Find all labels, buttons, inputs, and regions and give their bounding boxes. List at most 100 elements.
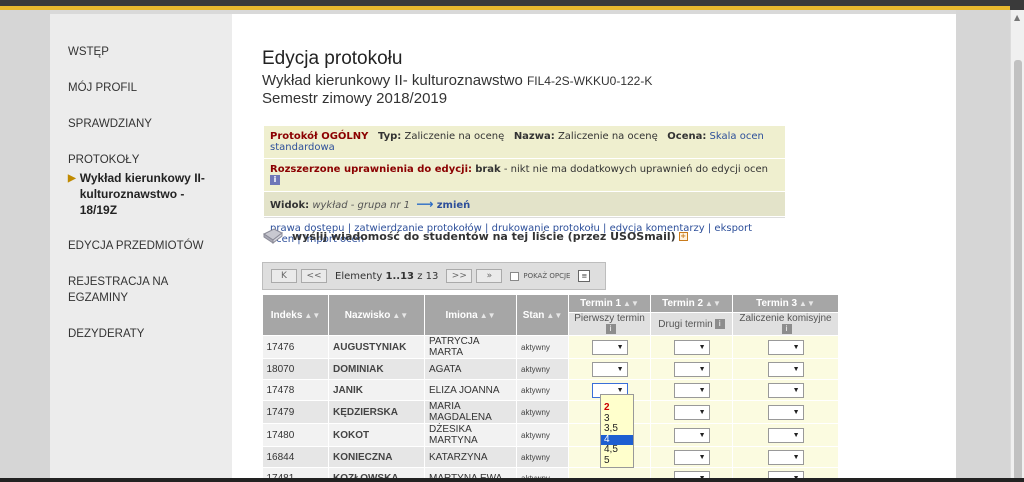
- caret-down-icon: ▼: [616, 386, 624, 394]
- dropdown-option[interactable]: 2: [601, 402, 633, 414]
- info-icon[interactable]: i: [781, 324, 792, 335]
- col-stan[interactable]: Stan ▲▼: [516, 294, 569, 336]
- col-label: Termin 1: [580, 298, 622, 309]
- col-indeks[interactable]: Indeks ▲▼: [262, 294, 329, 336]
- semester: Semestr zimowy 2018/2019: [262, 90, 448, 107]
- grade-select[interactable]: ▼: [673, 404, 710, 420]
- col-termin2-sub: Drugi termin i: [650, 312, 733, 336]
- grade-select[interactable]: ▼: [767, 361, 804, 377]
- cell-nazwisko: DOMINIAK: [328, 358, 425, 380]
- show-options-checkbox[interactable]: [510, 271, 520, 281]
- caret-down-icon: ▼: [698, 365, 706, 373]
- dropdown-option[interactable]: 3,5: [601, 423, 633, 435]
- info-icon[interactable]: i: [605, 324, 616, 335]
- title-block: Edycja protokołu Wykład kierunkowy II- k…: [262, 48, 652, 107]
- prev-page-button[interactable]: <<: [301, 269, 327, 283]
- table-row: 18070 DOMINIAK AGATA aktywny ▼ ▼ ▼: [262, 358, 839, 380]
- dropdown-option[interactable]: 4,5: [601, 444, 633, 456]
- page-margin-right: [956, 10, 1010, 482]
- cell-stan: aktywny: [516, 423, 569, 447]
- count-prefix: Elementy: [335, 270, 383, 282]
- grade-select[interactable]: ▼: [673, 427, 710, 443]
- grade-select[interactable]: ▼: [767, 382, 804, 398]
- count-range: 1..13: [385, 270, 414, 282]
- cell-termin1: ▼: [568, 358, 651, 380]
- type-value: Zaliczenie na ocenę: [404, 131, 505, 142]
- caret-down-icon: ▼: [616, 365, 624, 373]
- sidebar-item-label: DEZYDERATY: [68, 328, 145, 340]
- sidebar-item-label: REJESTRACJA NA EGZAMINY: [68, 276, 168, 304]
- document-icon[interactable]: ≡: [578, 270, 591, 282]
- send-mail-link[interactable]: wyślij wiadomość do studentów na tej liś…: [262, 228, 688, 244]
- info-icon[interactable]: i: [714, 318, 725, 329]
- caret-down-icon: ▼: [698, 343, 706, 351]
- cell-stan: aktywny: [516, 400, 569, 424]
- caret-down-icon: ▼: [698, 453, 706, 461]
- col-termin3-sub: Zaliczenie komisyjnei: [732, 312, 839, 336]
- cell-nazwisko: KONIECZNA: [328, 446, 425, 468]
- first-page-button[interactable]: K: [271, 269, 297, 283]
- sidebar-subitem-current-protocol[interactable]: ▶ Wykład kierunkowy II-kulturoznawstwo -…: [68, 170, 222, 218]
- grade-select[interactable]: ▼: [767, 339, 804, 355]
- grade-select[interactable]: ▼: [673, 361, 710, 377]
- col-imiona[interactable]: Imiona ▲▼: [424, 294, 517, 336]
- col-termin3[interactable]: Termin 3 ▲▼: [732, 294, 839, 313]
- send-mail-label: wyślij wiadomość do studentów na tej liś…: [292, 229, 676, 243]
- cell-indeks: 18070: [262, 358, 329, 380]
- col-nazwisko[interactable]: Nazwisko ▲▼: [328, 294, 425, 336]
- caret-down-icon: ▼: [792, 365, 800, 373]
- sort-icon: ▲▼: [623, 299, 639, 308]
- grade-dropdown-list: 2 3 3,5 4 4,5 5: [600, 394, 634, 468]
- sidebar-item-rejestracja[interactable]: REJESTRACJA NA EGZAMINY: [50, 274, 232, 306]
- grade-select[interactable]: ▼: [591, 339, 628, 355]
- sidebar-item-dezyderaty[interactable]: DEZYDERATY: [50, 326, 232, 342]
- sidebar-item-wstep[interactable]: WSTĘP: [50, 44, 232, 60]
- sidebar-item-protokoly[interactable]: PROTOKOŁY ▶ Wykład kierunkowy II-kulturo…: [50, 152, 232, 218]
- scroll-up-icon[interactable]: ▲: [1014, 13, 1020, 22]
- sidebar-item-sprawdziany[interactable]: SPRAWDZIANY: [50, 116, 232, 132]
- cell-indeks: 17476: [262, 335, 329, 359]
- cell-termin2: ▼: [650, 335, 733, 359]
- vertical-scrollbar[interactable]: ▲: [1010, 10, 1024, 482]
- change-view-link[interactable]: zmień: [437, 200, 471, 211]
- cell-imiona: PATRYCJA MARTA: [424, 335, 517, 359]
- info-icon[interactable]: i: [270, 175, 280, 185]
- element-count: Elementy 1..13 z 13: [335, 271, 438, 282]
- gold-accent-bar: [0, 6, 1010, 10]
- next-page-button[interactable]: >>: [446, 269, 473, 283]
- cell-termin1: ▼: [568, 335, 651, 359]
- cell-imiona: ELIZA JOANNA: [424, 379, 517, 401]
- grade-select[interactable]: ▼: [673, 339, 710, 355]
- dropdown-option[interactable]: 5: [601, 455, 633, 467]
- grade-select[interactable]: ▼: [767, 404, 804, 420]
- grade-select[interactable]: ▼: [767, 427, 804, 443]
- caret-down-icon: ▼: [792, 408, 800, 416]
- bottom-edge: [0, 478, 1024, 482]
- col-sub-label: Drugi termin: [658, 318, 713, 330]
- col-termin1[interactable]: Termin 1 ▲▼: [568, 294, 651, 313]
- last-page-button[interactable]: »: [476, 269, 503, 283]
- col-label: Stan: [522, 309, 545, 321]
- grade-select[interactable]: ▼: [673, 382, 710, 398]
- col-termin2[interactable]: Termin 2 ▲▼: [650, 294, 733, 313]
- grade-select[interactable]: ▼: [767, 449, 804, 465]
- table-row: 17476 AUGUSTYNIAK PATRYCJA MARTA aktywny…: [262, 335, 839, 359]
- caret-down-icon: ▼: [792, 386, 800, 394]
- sort-icon: ▲▼: [479, 310, 496, 320]
- sidebar-item-label: SPRAWDZIANY: [68, 118, 152, 130]
- grade-select[interactable]: ▼: [591, 361, 628, 377]
- view-value: wykład - grupa nr 1: [312, 200, 410, 211]
- sort-icon: ▲▼: [392, 310, 409, 320]
- expand-plus-icon[interactable]: +: [678, 231, 688, 241]
- sidebar-item-profil[interactable]: MÓJ PROFIL: [50, 80, 232, 96]
- scrollbar-thumb[interactable]: [1014, 60, 1022, 480]
- protocol-info-row: Protokół OGÓLNY Typ: Zaliczenie na ocenę…: [264, 126, 785, 159]
- sidebar-item-edycja-przedmiotow[interactable]: EDYCJA PRZEDMIOTÓW: [50, 238, 232, 254]
- main-content: Edycja protokołu Wykład kierunkowy II- k…: [232, 14, 956, 482]
- cell-imiona: KATARZYNA: [424, 446, 517, 468]
- envelope-icon: [263, 228, 283, 244]
- grade-select[interactable]: ▼: [673, 449, 710, 465]
- col-label: Nazwisko: [344, 309, 391, 321]
- cell-indeks: 17478: [262, 379, 329, 401]
- cell-indeks: 17479: [262, 400, 329, 424]
